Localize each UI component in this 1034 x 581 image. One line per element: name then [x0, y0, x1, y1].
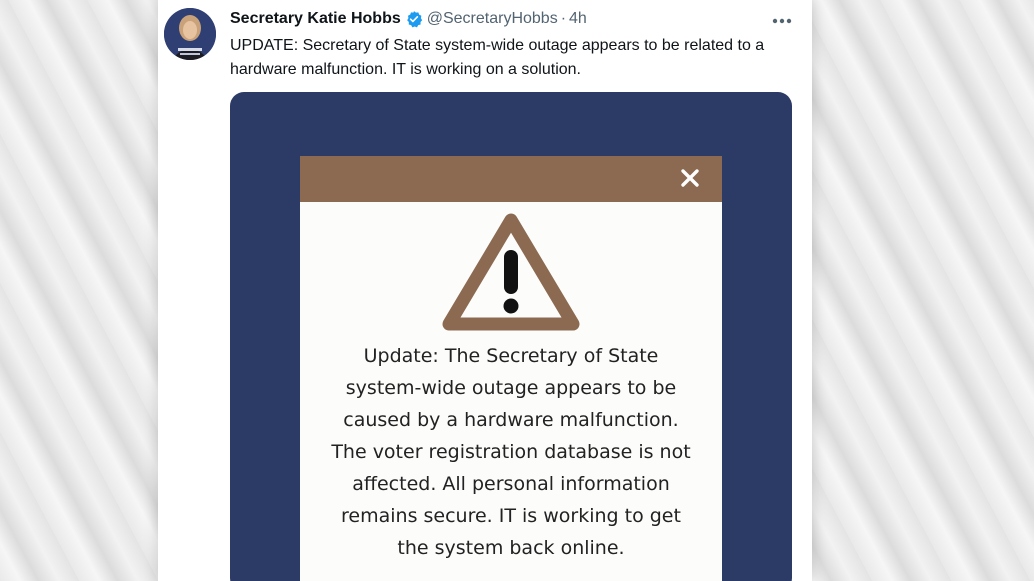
message-line: Update: The Secretary of State	[363, 345, 659, 367]
separator-dot: ·	[560, 10, 567, 27]
display-name[interactable]: Secretary Katie Hobbs	[230, 10, 401, 28]
warning-triangle-icon	[442, 213, 580, 331]
dialog-title-bar	[300, 156, 722, 202]
blurred-background-left	[0, 0, 160, 581]
error-dialog: Update: The Secretary of State system-wi…	[300, 156, 722, 581]
avatar[interactable]	[164, 8, 216, 60]
message-line: remains secure. IT is working to get	[341, 505, 681, 527]
close-x-icon[interactable]	[676, 164, 704, 192]
tweet-card: Secretary Katie Hobbs @SecretaryHobbs · …	[158, 0, 812, 581]
message-line: caused by a hardware malfunction.	[343, 409, 679, 431]
avatar-portrait-icon	[164, 8, 216, 60]
timestamp[interactable]: 4h	[569, 10, 587, 28]
tweet-media-image[interactable]: Update: The Secretary of State system-wi…	[230, 92, 792, 581]
message-line: The voter registration database is not	[331, 441, 691, 463]
verified-badge-icon	[405, 10, 423, 28]
blurred-background-right	[812, 0, 1034, 581]
handle[interactable]: @SecretaryHobbs	[427, 10, 558, 28]
tweet-text: UPDATE: Secretary of State system-wide o…	[230, 37, 765, 78]
message-line: affected. All personal information	[352, 473, 670, 495]
message-line: system-wide outage appears to be	[345, 377, 677, 399]
tweet-header: Secretary Katie Hobbs @SecretaryHobbs · …	[230, 8, 800, 30]
message-line: the system back online.	[397, 537, 625, 559]
dialog-message: Update: The Secretary of State system-wi…	[300, 340, 722, 564]
more-horizontal-icon[interactable]	[772, 9, 792, 27]
